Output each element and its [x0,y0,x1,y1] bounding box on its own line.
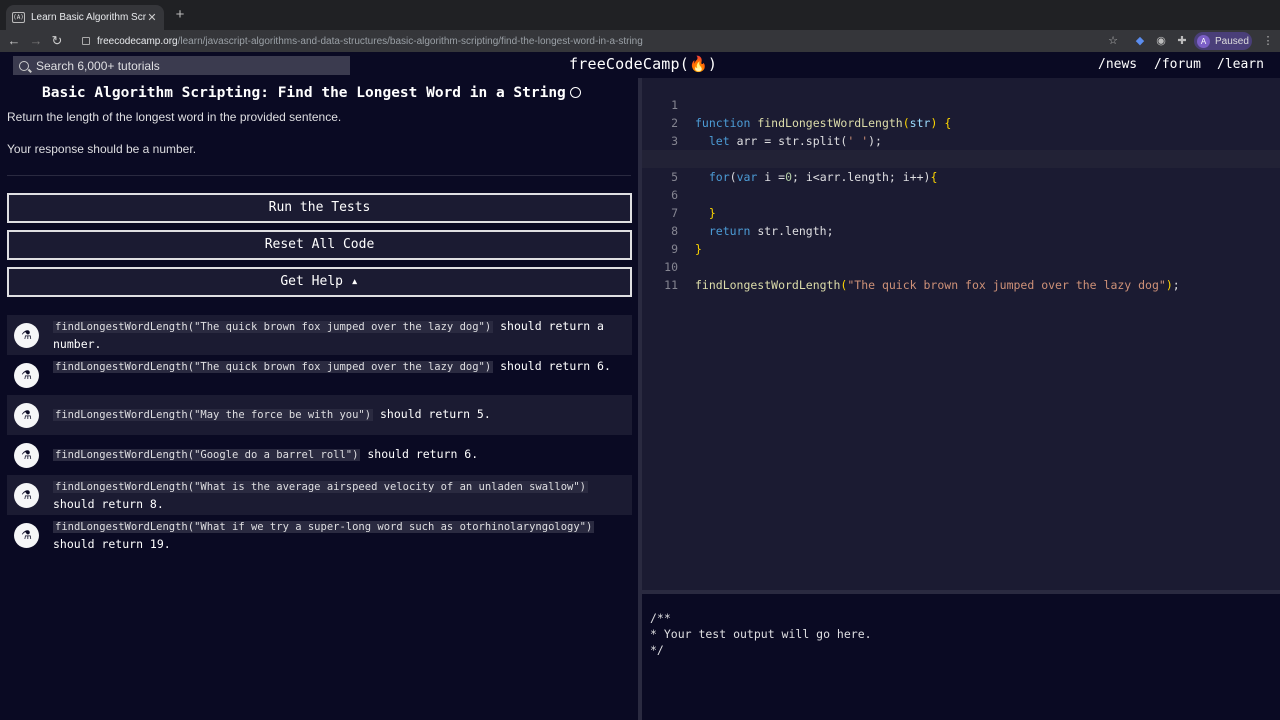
nav-link-learn[interactable]: /learn [1217,57,1264,72]
test-code: findLongestWordLength("Google do a barre… [53,449,361,461]
test-item: ⚗ findLongestWordLength("What is the ave… [7,475,632,515]
run-tests-button[interactable]: Run the Tests [7,193,632,223]
test-text: findLongestWordLength("Google do a barre… [53,446,625,464]
test-expectation: should return 8. [53,497,164,511]
tab-title: Learn Basic Algorithm Scripting [31,12,146,23]
challenge-note: Your response should be a number. [7,142,197,156]
test-text: findLongestWordLength("The quick brown f… [53,318,625,353]
line-content: findLongestWordLength("The quick brown f… [695,278,1180,292]
test-expectation: should return 19. [53,537,171,551]
code-line: 10 findLongestWordLength("The quick brow… [642,240,1280,292]
lock-icon [82,37,90,45]
code-line: 5 [642,150,1280,184]
flask-icon: ⚗ [14,483,39,508]
extension-icon[interactable]: ◆ [1132,33,1148,49]
code-line: 8 } [642,204,1280,256]
nav-link-news[interactable]: /news [1098,57,1137,72]
address-bar[interactable]: freecodecamp.org /learn/javascript-algor… [80,30,1130,52]
fcc-favicon-icon: (A) [12,12,25,23]
code-line: 11 [642,258,1280,292]
flask-icon: ⚗ [14,323,39,348]
code-line: 1 function findLongestWordLength(str) { [642,78,1280,130]
avatar: A [1197,34,1210,48]
bookmark-star-icon[interactable]: ☆ [1105,33,1121,49]
test-expectation: should return 6. [493,359,611,373]
reset-code-button[interactable]: Reset All Code [7,230,632,260]
fcc-navbar: Search 6,000+ tutorials freeCodeCamp(🔥) … [0,52,1280,78]
test-code: findLongestWordLength("What is the avera… [53,481,589,493]
fcc-logo[interactable]: freeCodeCamp(🔥) [569,55,717,73]
test-item: ⚗ findLongestWordLength("What if we try … [7,515,632,555]
url-path: /learn/javascript-algorithms-and-data-st… [177,35,643,47]
code-editor[interactable]: 1 function findLongestWordLength(str) { … [642,78,1280,590]
test-text: findLongestWordLength("What if we try a … [53,518,625,553]
test-text: findLongestWordLength("May the force be … [53,406,625,424]
nav-link-forum[interactable]: /forum [1154,57,1201,72]
code-line: 6 } [642,168,1280,220]
extension-circle-icon[interactable]: ◉ [1153,33,1169,49]
url-host: freecodecamp.org [97,35,178,47]
search-input[interactable]: Search 6,000+ tutorials [13,56,350,75]
reload-icon[interactable]: ↻ [48,32,66,50]
flask-icon: ⚗ [14,523,39,548]
test-item: ⚗ findLongestWordLength("Google do a bar… [7,435,632,475]
code-line: 9 [642,222,1280,256]
get-help-button[interactable]: Get Help ▴ [7,267,632,297]
code-line: 3 let longestWord = 0; [642,114,1280,166]
divider [7,175,631,176]
test-expectation: should return 5. [373,407,491,421]
test-code: findLongestWordLength("The quick brown f… [53,361,494,373]
new-tab-icon[interactable]: + [172,6,188,23]
search-placeholder: Search 6,000+ tutorials [36,58,160,73]
flask-icon: ⚗ [14,403,39,428]
test-item: ⚗ findLongestWordLength("May the force b… [7,395,632,435]
challenge-description: Return the length of the longest word in… [7,110,342,124]
test-output-console: /** * Your test output will go here. */ [642,594,1280,720]
search-icon [19,60,29,71]
close-tab-icon[interactable]: ✕ [146,11,158,24]
browser-tab[interactable]: (A) Learn Basic Algorithm Scripting ✕ [6,5,164,30]
test-code: findLongestWordLength("What if we try a … [53,521,595,533]
instructions-panel: Basic Algorithm Scripting: Find the Long… [0,78,638,720]
code-line: 2 let arr = str.split(' '); [642,96,1280,148]
browser-tab-bar: (A) Learn Basic Algorithm Scripting ✕ + [0,0,1280,30]
profile-button[interactable]: A Paused [1194,32,1252,50]
test-item: ⚗ findLongestWordLength("The quick brown… [7,355,632,395]
test-expectation: should return 6. [360,447,479,461]
challenge-title: Basic Algorithm Scripting: Find the Long… [42,85,581,101]
code-line: 4 for(var i =0; i<arr.length; i++){ [642,132,1280,184]
code-line: 7 return str.length; [642,186,1280,238]
flask-icon: ⚗ [14,363,39,388]
menu-kebab-icon[interactable]: ⋮ [1260,33,1276,49]
test-text: findLongestWordLength("What is the avera… [53,478,625,513]
back-icon[interactable]: ← [5,32,23,50]
test-code: findLongestWordLength("The quick brown f… [53,321,494,333]
challenge-title-text: Basic Algorithm Scripting: Find the Long… [42,85,566,101]
forward-icon[interactable]: → [27,32,45,50]
flask-icon: ⚗ [14,443,39,468]
test-code: findLongestWordLength("May the force be … [53,409,374,421]
test-item: ⚗ findLongestWordLength("The quick brown… [7,315,632,355]
line-number: 11 [664,278,678,292]
browser-toolbar: ← → ↻ freecodecamp.org /learn/javascript… [0,30,1280,52]
profile-status: Paused [1215,35,1249,47]
puzzle-extensions-icon[interactable]: ✚ [1174,33,1190,49]
test-text: findLongestWordLength("The quick brown f… [53,358,625,376]
completion-check-icon [569,86,581,98]
